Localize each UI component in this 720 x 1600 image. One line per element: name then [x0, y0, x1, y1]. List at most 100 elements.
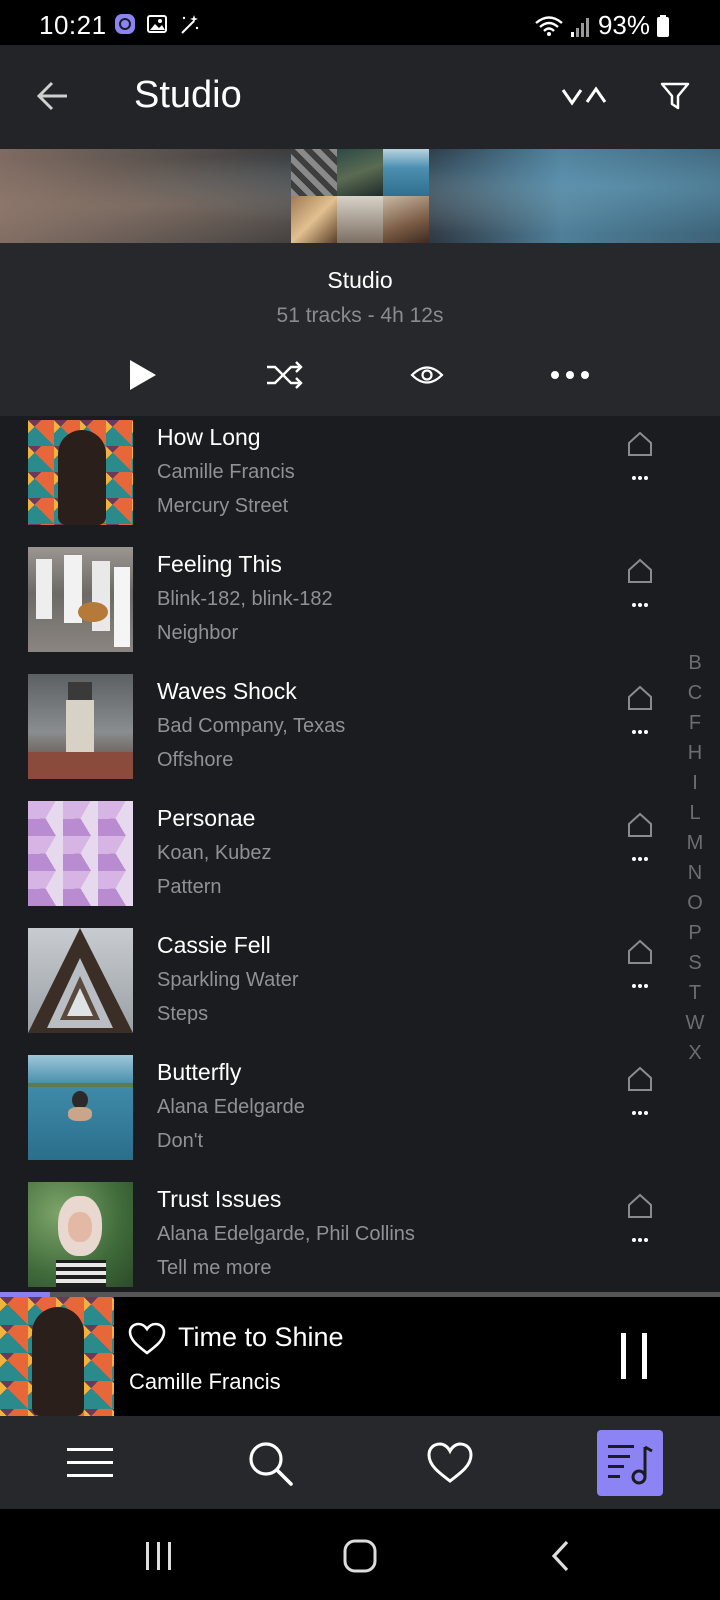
visibility-button[interactable]: [402, 350, 452, 400]
track-title: Cassie Fell: [157, 932, 271, 958]
index-letter-o[interactable]: O: [680, 888, 710, 918]
track-title: Waves Shock: [157, 678, 297, 704]
sort-arrows-icon: [561, 86, 607, 106]
recent-apps-button[interactable]: [134, 1531, 184, 1581]
play-button[interactable]: [118, 350, 168, 400]
track-more-button[interactable]: [624, 847, 656, 871]
nav-queue[interactable]: [597, 1430, 663, 1496]
cover-tile: [291, 196, 337, 243]
pause-button[interactable]: [612, 1327, 656, 1385]
index-letter-b[interactable]: B: [680, 648, 710, 678]
track-more-button[interactable]: [624, 593, 656, 617]
index-letter-w[interactable]: W: [680, 1008, 710, 1038]
track-artwork: [28, 1055, 133, 1160]
more-icon: [632, 1238, 648, 1242]
track-more-button[interactable]: [624, 1228, 656, 1252]
track-artwork: [28, 674, 133, 779]
nav-search[interactable]: [237, 1430, 303, 1496]
track-row[interactable]: Waves Shock Bad Company, Texas Offshore: [0, 670, 670, 797]
track-more-button[interactable]: [624, 720, 656, 744]
system-navigation: [0, 1509, 720, 1600]
index-letter-p[interactable]: P: [680, 918, 710, 948]
nav-favorites[interactable]: [417, 1430, 483, 1496]
track-more-button[interactable]: [624, 1101, 656, 1125]
magic-wand-icon: [181, 15, 199, 34]
nav-menu[interactable]: [57, 1430, 123, 1496]
status-time: 10:21: [39, 10, 107, 40]
more-icon: [632, 984, 648, 988]
index-letter-x[interactable]: X: [680, 1038, 710, 1068]
track-home-button[interactable]: [624, 809, 656, 841]
track-row[interactable]: Butterfly Alana Edelgarde Don't: [0, 1051, 670, 1178]
more-icon: [632, 1111, 648, 1115]
track-home-button[interactable]: [624, 936, 656, 968]
heart-icon: [128, 1322, 166, 1355]
index-letter-i[interactable]: I: [680, 768, 710, 798]
more-icon: [632, 857, 648, 861]
track-title: Personae: [157, 805, 256, 831]
sort-button[interactable]: [555, 71, 615, 121]
track-row[interactable]: Cassie Fell Sparkling Water Steps: [0, 924, 670, 1051]
favorite-button[interactable]: [127, 1319, 167, 1359]
index-letter-c[interactable]: C: [680, 678, 710, 708]
track-title: Trust Issues: [157, 1186, 282, 1212]
more-icon: [632, 476, 648, 480]
heart-icon: [427, 1442, 473, 1483]
track-row[interactable]: Personae Koan, Kubez Pattern: [0, 797, 670, 924]
chevron-left-icon: [551, 1540, 569, 1572]
track-more-button[interactable]: [624, 466, 656, 490]
playlist-title: Studio: [327, 267, 393, 293]
track-row[interactable]: Trust Issues Alana Edelgarde, Phil Colli…: [0, 1178, 670, 1292]
track-home-button[interactable]: [624, 1190, 656, 1222]
notification-icons: [114, 13, 200, 35]
track-album: Pattern: [157, 876, 222, 898]
arrow-left-icon: [36, 81, 67, 111]
more-icon: [632, 730, 648, 734]
track-home-button[interactable]: [624, 1063, 656, 1095]
wifi-icon: [535, 15, 563, 36]
more-options-button[interactable]: [545, 350, 595, 400]
track-album: Neighbor: [157, 622, 239, 644]
filter-button[interactable]: [650, 71, 700, 121]
playlist-meta: 51 tracks - 4h 12s: [276, 304, 444, 327]
index-letter-f[interactable]: F: [680, 708, 710, 738]
shuffle-icon: [267, 361, 303, 389]
bottom-navigation: [0, 1416, 720, 1509]
system-back-button[interactable]: [536, 1531, 586, 1581]
signal-icon: [570, 17, 589, 37]
shuffle-button[interactable]: [260, 350, 310, 400]
track-title: How Long: [157, 424, 261, 450]
track-list: How Long Camille Francis Mercury Street …: [0, 416, 720, 1292]
battery-level: 93%: [597, 10, 650, 40]
eye-icon: [410, 366, 444, 384]
track-home-button[interactable]: [624, 555, 656, 587]
home-icon: [628, 431, 652, 456]
status-bar: 10:21 93%: [0, 0, 720, 45]
filter-icon: [660, 82, 690, 110]
track-artist: Camille Francis: [157, 461, 295, 483]
track-home-button[interactable]: [624, 428, 656, 460]
track-row[interactable]: Feeling This Blink-182, blink-182 Neighb…: [0, 543, 670, 670]
track-home-button[interactable]: [624, 682, 656, 714]
track-album: Mercury Street: [157, 495, 289, 517]
mini-player[interactable]: Time to Shine Camille Francis: [0, 1297, 720, 1416]
cover-tile: [383, 149, 429, 196]
track-more-button[interactable]: [624, 974, 656, 998]
track-album: Tell me more: [157, 1257, 272, 1279]
track-row[interactable]: How Long Camille Francis Mercury Street: [0, 416, 670, 543]
cover-tile: [291, 149, 337, 196]
back-button[interactable]: [28, 71, 78, 121]
index-letter-s[interactable]: S: [680, 948, 710, 978]
index-letter-n[interactable]: N: [680, 858, 710, 888]
index-letter-t[interactable]: T: [680, 978, 710, 1008]
home-button[interactable]: [335, 1531, 385, 1581]
index-letter-l[interactable]: L: [680, 798, 710, 828]
artwork-shape: [28, 928, 133, 1033]
now-playing-artwork: [0, 1297, 114, 1416]
index-letter-h[interactable]: H: [680, 738, 710, 768]
index-letter-m[interactable]: M: [680, 828, 710, 858]
battery-icon: [657, 14, 669, 37]
alphabet-index[interactable]: B C F H I L M N O P S T W X: [680, 648, 710, 1068]
now-playing-artist: Camille Francis: [129, 1369, 281, 1394]
home-icon: [628, 1193, 652, 1218]
